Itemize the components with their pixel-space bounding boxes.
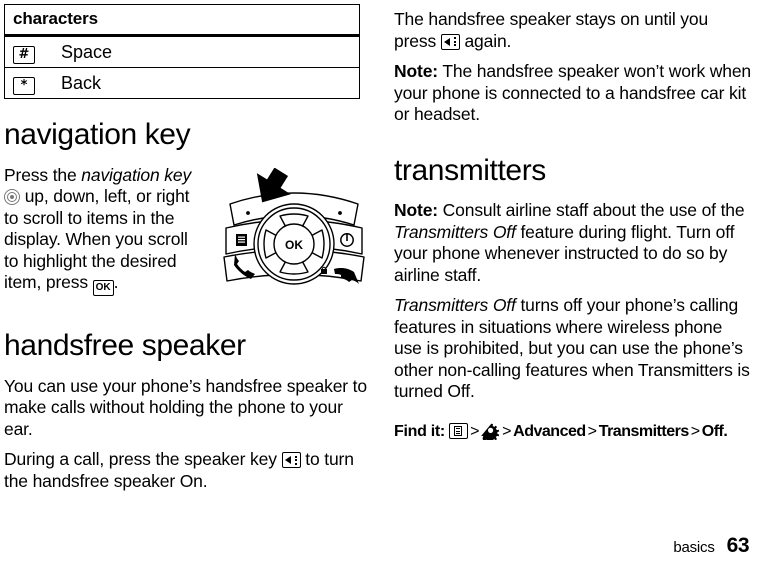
find-it-path: Find it: > > Advanced > Transmitters > Off.	[394, 421, 752, 443]
ok-key-icon: OK	[92, 280, 114, 296]
path-step-advanced[interactable]: Advanced	[513, 423, 586, 440]
transmitters-off-term: Transmitters Off	[394, 221, 516, 242]
handsfree-paragraph-3: The handsfree speaker stays on until you…	[394, 9, 752, 52]
transmitters-note-paragraph: Note: Consult airline staff about the us…	[394, 200, 752, 286]
nav-key-space	[191, 165, 196, 185]
note-label: Note:	[394, 200, 438, 220]
table-header-row: characters	[4, 4, 360, 37]
footer-chapter-label: basics	[673, 539, 715, 556]
nav-key-italic-term: navigation key	[81, 164, 192, 185]
settings-gear-icon[interactable]	[481, 422, 500, 442]
page-footer: basics 63	[673, 534, 749, 558]
left-softkey-dot	[246, 211, 250, 215]
pound-key-cell: #	[4, 35, 53, 68]
speaker-key-icon	[281, 452, 301, 468]
handsfree3-text-2: again.	[459, 30, 512, 51]
star-key-function: Back	[53, 67, 360, 99]
transmitters-paragraph-2: Transmitters Off turns off your phone’s …	[394, 295, 752, 403]
right-column: The handsfree speaker stays on until you…	[394, 0, 752, 443]
star-key-icon: *	[13, 77, 35, 95]
nav-key-paragraph: Press the navigation key up, down, left,…	[4, 164, 204, 296]
nav-key-text-1: Press the	[4, 164, 82, 185]
characters-table: characters # Space * Back	[4, 4, 360, 99]
table-row: * Back	[4, 67, 360, 99]
characters-table-title: characters	[4, 4, 360, 37]
pound-key-icon: #	[13, 46, 35, 64]
transmitters-note-text-1: Consult airline staff about the use of t…	[437, 200, 745, 220]
illustration-ok-label: OK	[285, 238, 303, 252]
illustration-power-key-icon	[340, 233, 354, 247]
table-row: # Space	[4, 35, 360, 68]
find-it-label: Find it:	[394, 422, 445, 440]
path-step-transmitters[interactable]: Transmitters	[599, 423, 690, 440]
heading-navigation-key: navigation key	[4, 118, 191, 151]
illustration-send-key-icon	[234, 254, 255, 279]
path-separator: >	[470, 422, 480, 440]
speaker-key-icon	[440, 33, 460, 50]
note-body: The handsfree speaker won’t work when yo…	[394, 61, 752, 124]
right-softkey-dot	[338, 211, 342, 215]
navigation-key-icon	[4, 189, 20, 205]
find-it-period: .	[723, 422, 728, 440]
illustration-menu-key-icon	[236, 234, 247, 246]
manual-page: characters # Space * Back navigation key…	[0, 0, 757, 564]
menu-key-icon[interactable]	[449, 422, 469, 439]
transmitters-off-term: Transmitters Off	[394, 295, 516, 315]
heading-handsfree-speaker: handsfree speaker	[4, 329, 246, 362]
note-label: Note:	[394, 61, 438, 81]
illustration-end-key-icon	[334, 268, 359, 284]
path-separator: >	[587, 422, 597, 440]
heading-transmitters: transmitters	[394, 153, 546, 187]
footer-page-number: 63	[726, 534, 750, 557]
path-separator: >	[690, 422, 700, 440]
nav-key-text-2: up, down, left, or right to scroll to it…	[4, 186, 190, 292]
handsfree-paragraph-2: During a call, press the speaker key to …	[4, 449, 370, 492]
phone-navigation-keypad-illustration: OK	[210, 159, 378, 293]
path-step-off[interactable]: Off	[702, 423, 724, 440]
pound-key-function: Space	[53, 35, 360, 68]
star-key-cell: *	[4, 67, 53, 99]
nav-key-text-3: .	[113, 272, 119, 292]
handsfree-paragraph-1: You can use your phone’s handsfree speak…	[4, 375, 367, 439]
path-separator: >	[502, 422, 512, 440]
handsfree-text-1: During a call, press the speaker key	[4, 449, 282, 469]
handsfree-note-paragraph: Note: The handsfree speaker won’t work w…	[394, 61, 752, 126]
